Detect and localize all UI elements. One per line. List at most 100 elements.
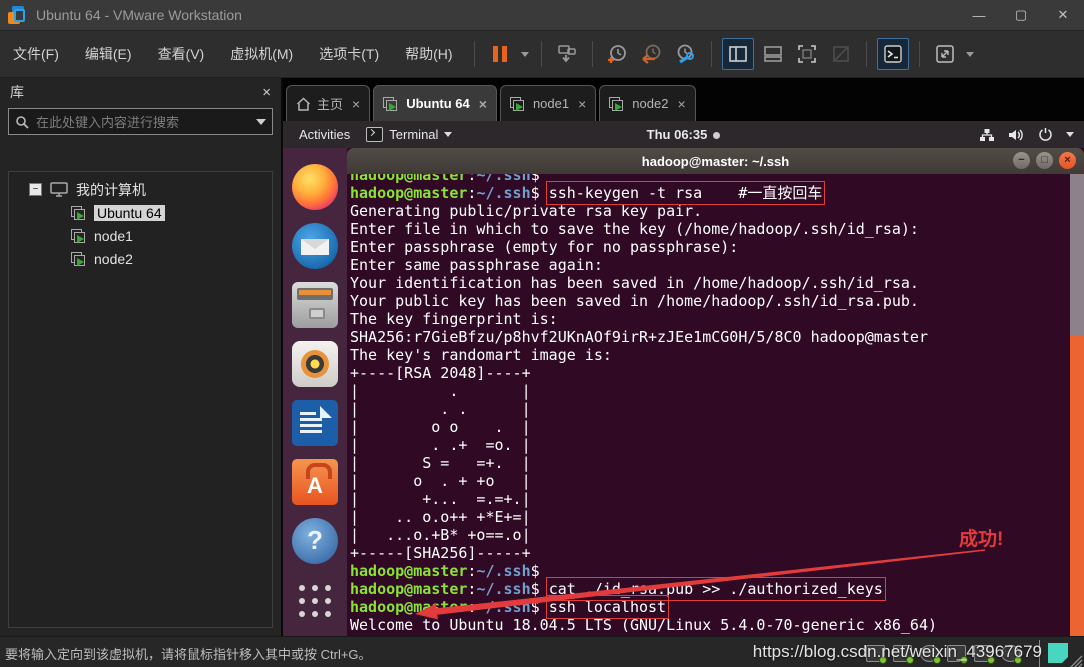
tree-item-ubuntu64[interactable]: Ubuntu 64 <box>9 201 272 224</box>
close-button[interactable]: ✕ <box>1042 0 1084 30</box>
terminal-close-button[interactable]: × <box>1059 152 1076 169</box>
vm-icon <box>510 97 525 111</box>
ubuntu-dock <box>283 148 347 636</box>
terminal-line: | +... =.=+.| <box>350 490 1070 508</box>
vmware-workstation-window: Ubuntu 64 - VMware Workstation — ▢ ✕ 文件(… <box>0 0 1084 667</box>
vmware-logo-icon <box>8 6 26 24</box>
app-grid-icon[interactable] <box>295 581 335 621</box>
toolbar-separator <box>592 41 593 67</box>
manage-snapshots-button[interactable] <box>671 39 701 69</box>
usb-icon[interactable] <box>974 645 993 662</box>
terminal-output[interactable]: hadoop@master:~/.ssh$ hadoop@master:~/.ss… <box>347 174 1070 636</box>
fullscreen-icon <box>797 44 817 64</box>
terminal-line: | o o . | <box>350 418 1070 436</box>
terminal-line: Generating public/private rsa key pair. <box>350 202 1070 220</box>
library-search-box[interactable]: 在此处键入内容进行搜索 <box>8 108 273 135</box>
terminal-line: hadoop@master:~/.ssh$ <box>350 174 1070 184</box>
search-dropdown-caret[interactable] <box>256 119 266 125</box>
pause-vm-button[interactable] <box>485 39 515 69</box>
tree-expander-icon[interactable]: − <box>29 183 42 196</box>
menu-tabs[interactable]: 选项卡(T) <box>306 32 392 77</box>
help-icon[interactable] <box>292 518 338 564</box>
files-icon[interactable] <box>292 282 338 328</box>
vm-icon <box>71 206 86 220</box>
terminal-line: | o . + +o | <box>350 472 1070 490</box>
menu-edit[interactable]: 编辑(E) <box>72 32 145 77</box>
toolbar-separator <box>711 41 712 67</box>
tab-close-icon[interactable]: × <box>677 96 685 112</box>
terminal-line: hadoop@master:~/.ssh$ <box>350 562 1070 580</box>
terminal-text-segment: | . . | <box>350 400 531 418</box>
terminal-line: | ...o.+B* +o==.o| <box>350 526 1070 544</box>
console-view-button[interactable] <box>877 38 909 70</box>
clock-menu[interactable]: Thu 06:35 <box>283 127 1084 142</box>
terminal-line: | .. o.o++ +*E+=| <box>350 508 1070 526</box>
menu-help[interactable]: 帮助(H) <box>392 32 465 77</box>
terminal-minimize-button[interactable]: − <box>1013 152 1030 169</box>
rhythmbox-icon[interactable] <box>292 341 338 387</box>
status-message: 要将输入定向到该虚拟机，请将鼠标指针移入其中或按 Ctrl+G。 <box>0 644 372 663</box>
terminal-line: hadoop@master:~/.ssh$ ssh localhost <box>350 598 1070 616</box>
firefox-icon[interactable] <box>292 164 338 210</box>
tab-close-icon[interactable]: × <box>479 96 487 112</box>
terminal-text-segment: | S = =+. | <box>350 454 531 472</box>
tab-home[interactable]: 主页 × <box>286 85 370 121</box>
terminal-titlebar[interactable]: hadoop@master: ~/.ssh − □ × <box>347 148 1084 174</box>
revert-snapshot-icon <box>640 42 664 66</box>
thunderbird-icon[interactable] <box>292 223 338 269</box>
libreoffice-writer-icon[interactable] <box>292 400 338 446</box>
cdrom-icon[interactable] <box>920 645 939 662</box>
terminal-text-segment: hadoop@master <box>350 598 467 616</box>
network-adapter-icon[interactable] <box>947 645 966 662</box>
terminal-text-segment: ~/.ssh <box>476 580 530 598</box>
tree-item-label-selected: Ubuntu 64 <box>94 205 165 221</box>
resize-grip-icon[interactable] <box>1069 655 1083 667</box>
tab-ubuntu64[interactable]: Ubuntu 64 × <box>373 85 497 121</box>
tab-label: node2 <box>632 96 668 111</box>
menu-view[interactable]: 查看(V) <box>145 32 218 77</box>
show-library-button[interactable] <box>722 38 754 70</box>
terminal-line: The key's randomart image is: <box>350 346 1070 364</box>
terminal-scrollbar[interactable] <box>1070 174 1084 636</box>
show-thumbnail-bar-button[interactable] <box>758 39 788 69</box>
menu-vm[interactable]: 虚拟机(M) <box>217 32 306 77</box>
maximize-button[interactable]: ▢ <box>1000 0 1042 30</box>
terminal-text-segment: The key fingerprint is: <box>350 310 558 328</box>
tree-item-node1[interactable]: node1 <box>9 224 272 247</box>
tree-item-my-computer[interactable]: − 我的计算机 <box>9 178 272 201</box>
terminal-text-segment: $ <box>531 598 549 616</box>
take-snapshot-button[interactable] <box>603 39 633 69</box>
search-icon <box>15 115 29 129</box>
console-icon <box>883 44 903 64</box>
tree-item-label: 我的计算机 <box>76 180 146 200</box>
menu-file[interactable]: 文件(F) <box>0 32 72 77</box>
sound-icon[interactable] <box>1001 645 1020 662</box>
tab-node2[interactable]: node2 × <box>599 85 695 121</box>
fit-guest-button[interactable] <box>930 39 960 69</box>
tab-node1[interactable]: node1 × <box>500 85 596 121</box>
window-title: Ubuntu 64 - VMware Workstation <box>36 7 242 23</box>
tab-close-icon[interactable]: × <box>352 96 360 112</box>
tab-close-icon[interactable]: × <box>578 96 586 112</box>
scrollbar-thumb[interactable] <box>1070 335 1084 636</box>
harddisk-icon[interactable] <box>893 645 912 662</box>
terminal-text-segment: hadoop@master <box>350 174 467 184</box>
terminal-maximize-button[interactable]: □ <box>1036 152 1053 169</box>
terminal-line: Enter passphrase (empty for no passphras… <box>350 238 1070 256</box>
message-log-icon[interactable] <box>1048 643 1068 663</box>
revert-snapshot-button[interactable] <box>637 39 667 69</box>
pause-dropdown-caret[interactable] <box>521 52 529 57</box>
terminal-line: The key fingerprint is: <box>350 310 1070 328</box>
send-ctrl-alt-del-button[interactable] <box>552 39 582 69</box>
fullscreen-button[interactable] <box>792 39 822 69</box>
minimize-button[interactable]: — <box>958 0 1000 30</box>
fit-dropdown-caret[interactable] <box>966 52 974 57</box>
terminal-text-segment: | .. o.o++ +*E+=| <box>350 508 531 526</box>
library-close-icon[interactable]: × <box>262 84 271 101</box>
vm-console-screen: Activities Terminal Thu 06:35 <box>283 121 1084 636</box>
ubuntu-software-icon[interactable] <box>292 459 338 505</box>
floppy-icon[interactable] <box>866 645 885 662</box>
terminal-text-segment: | +... =.=+.| <box>350 490 531 508</box>
tree-item-node2[interactable]: node2 <box>9 247 272 270</box>
device-status-icons[interactable] <box>866 645 1020 662</box>
